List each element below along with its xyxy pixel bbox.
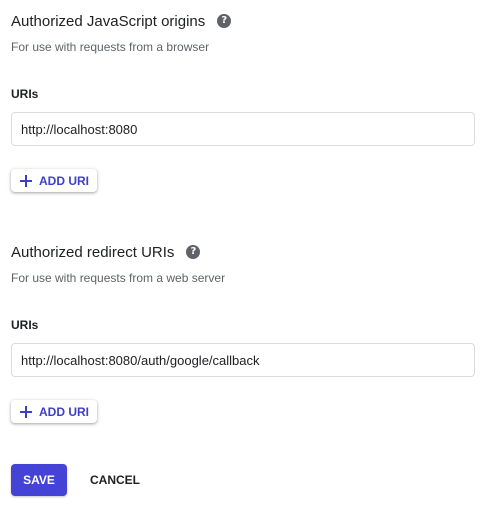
js-origins-description: For use with requests from a browser <box>11 40 210 54</box>
js-origin-uri-input[interactable] <box>11 112 475 146</box>
help-icon[interactable]: ? <box>217 14 232 28</box>
add-uri-label: ADD URI <box>39 173 89 188</box>
plus-icon <box>20 174 32 187</box>
add-origin-uri-button[interactable]: ADD URI <box>11 169 97 192</box>
help-icon[interactable]: ? <box>186 245 201 259</box>
js-origins-uris-label: URIs <box>11 87 39 101</box>
redirect-uris-title-row: Authorized redirect URIs ? <box>11 242 201 262</box>
redirect-uris-label: URIs <box>11 318 39 332</box>
save-button[interactable]: SAVE <box>11 464 67 496</box>
plus-icon <box>20 405 32 418</box>
js-origins-title: Authorized JavaScript origins <box>11 12 206 30</box>
redirect-uris-description: For use with requests from a web server <box>11 271 226 285</box>
cancel-button[interactable]: CANCEL <box>80 464 150 496</box>
redirect-uris-title: Authorized redirect URIs <box>11 243 175 261</box>
redirect-uri-input[interactable] <box>11 343 475 377</box>
js-origins-title-row: Authorized JavaScript origins ? <box>11 11 232 31</box>
add-uri-label: ADD URI <box>39 404 89 419</box>
add-redirect-uri-button[interactable]: ADD URI <box>11 400 97 423</box>
